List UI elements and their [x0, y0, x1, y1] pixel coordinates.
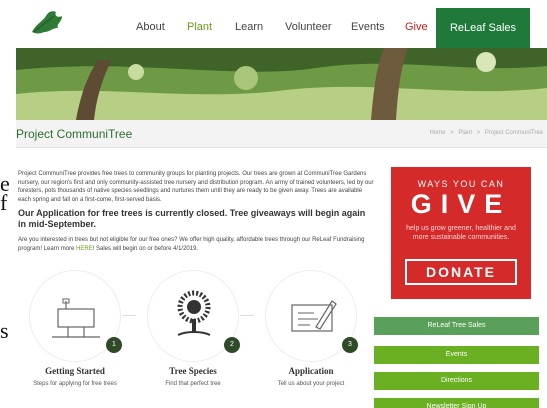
nav-plant[interactable]: Plant [187, 21, 212, 33]
intro-paragraph: Project CommuniTree provides free trees … [18, 171, 374, 203]
step-circle: 1 [29, 270, 122, 362]
step-title: Application [288, 366, 334, 376]
step-subtitle: Find that perfect tree [165, 381, 221, 387]
releaf-info-paragraph: Are you interested in trees but not elig… [18, 236, 375, 253]
breadcrumb-current: Project CommuniTree [484, 130, 543, 136]
breadcrumb-separator: > [450, 130, 454, 136]
step-subtitle: Tell us about your project [277, 381, 345, 387]
hero-banner-image [16, 48, 547, 120]
site-header: About Plant Learn Volunteer Events Give … [16, 0, 547, 48]
step-tree-species[interactable]: 2 Tree Species Find that perfect tree [134, 270, 252, 387]
give-banner-tagline: help us grow greener, healthier and more… [406, 225, 516, 241]
donate-button[interactable]: DONATE [405, 259, 517, 285]
nav-releaf-sales[interactable]: ReLeaf Sales [436, 8, 530, 48]
nav-about[interactable]: About [136, 21, 165, 33]
bleed-char: f [0, 190, 8, 215]
releaf-info-text-end: ! Sales will begin on or before 4/1/2019… [92, 245, 199, 252]
step-number-badge: 3 [342, 337, 358, 353]
nav-give[interactable]: Give [405, 21, 428, 33]
events-button[interactable]: Events [374, 346, 539, 364]
give-banner-word: GIVE [410, 189, 512, 219]
step-subtitle: Steps for applying for free trees [33, 381, 117, 387]
step-application[interactable]: 3 Application Tell us about your project [252, 270, 370, 387]
releaf-tree-sales-button[interactable]: ReLeaf Tree Sales [374, 317, 539, 335]
tree-canopy-image [16, 48, 547, 120]
step-circle: 2 [147, 270, 240, 362]
page-title: Project CommuniTree [16, 127, 133, 141]
step-number-badge: 2 [224, 337, 240, 353]
step-title: Tree Species [169, 366, 217, 376]
bleed-char: s [0, 318, 9, 343]
step-circle: 3 [265, 270, 358, 362]
ways-to-give-banner[interactable]: WAYS YOU CAN GIVE help us grow greener, … [391, 167, 531, 299]
step-number-badge: 1 [106, 337, 122, 353]
website: About Plant Learn Volunteer Events Give … [16, 0, 547, 408]
releaf-here-link[interactable]: HERE [76, 246, 93, 252]
page-title-bar: Project CommuniTree Home > Plant > Proje… [16, 120, 547, 148]
breadcrumb-plant[interactable]: Plant [458, 130, 472, 136]
step-getting-started[interactable]: 1 Getting Started Steps for applying for… [16, 270, 134, 387]
breadcrumb: Home > Plant > Project CommuniTree [426, 130, 543, 136]
directions-button[interactable]: Directions [374, 372, 539, 390]
newsletter-signup-button[interactable]: Newsletter Sign Up [374, 398, 539, 408]
nav-learn[interactable]: Learn [235, 21, 263, 33]
application-closed-notice: Our Application for free trees is curren… [18, 208, 366, 229]
nav-events[interactable]: Events [351, 21, 385, 33]
breadcrumb-home[interactable]: Home [429, 130, 445, 136]
nav-volunteer[interactable]: Volunteer [285, 21, 331, 33]
step-title: Getting Started [45, 366, 105, 376]
breadcrumb-separator: > [476, 130, 481, 136]
main-nav: About Plant Learn Volunteer Events Give … [16, 0, 547, 48]
give-banner-heading: WAYS YOU CAN [417, 179, 505, 189]
